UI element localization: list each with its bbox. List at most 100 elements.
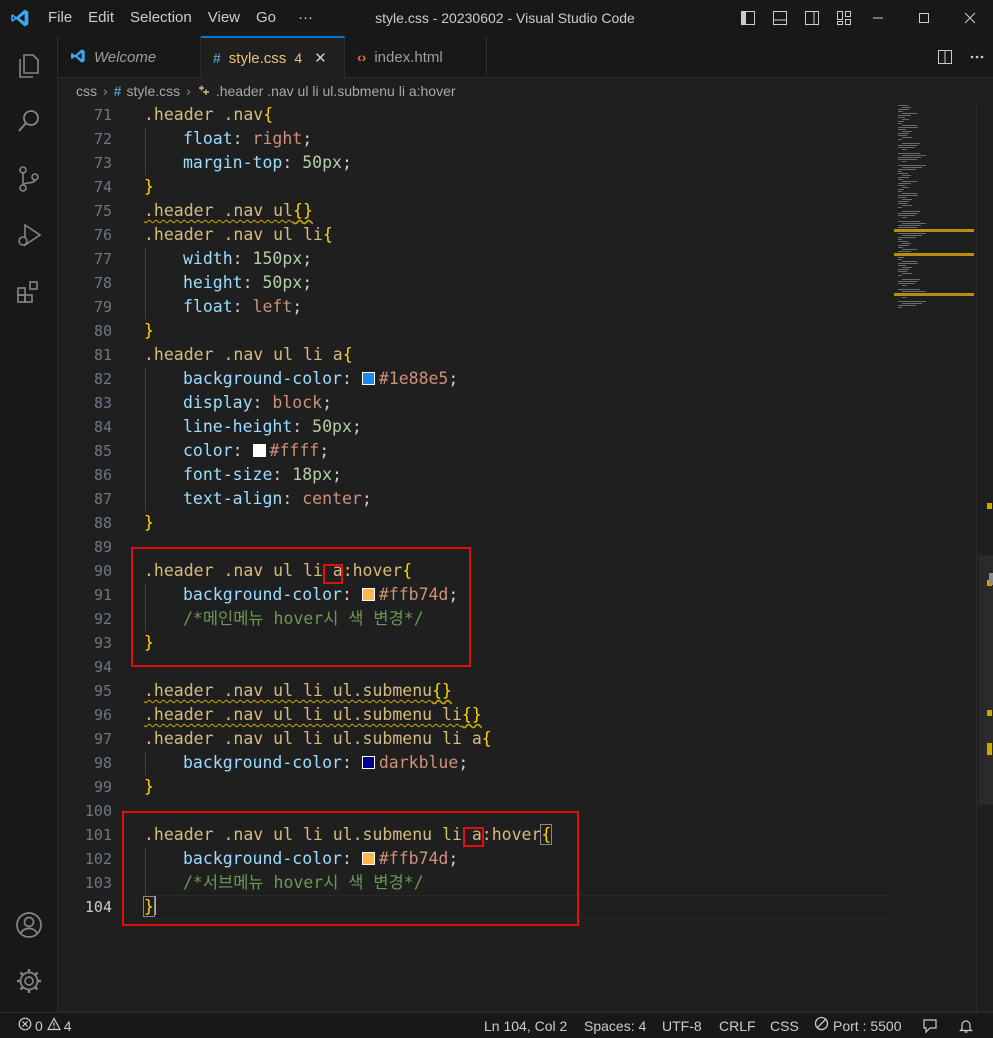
color-swatch[interactable] bbox=[252, 444, 266, 457]
notifications-bell-icon[interactable] bbox=[958, 1013, 974, 1038]
minimap-line bbox=[898, 173, 908, 174]
explorer-icon[interactable] bbox=[0, 40, 58, 90]
menu-view[interactable]: View bbox=[200, 0, 248, 36]
menu-file[interactable]: File bbox=[40, 0, 80, 36]
minimap-line bbox=[898, 195, 918, 196]
line-number: 81 bbox=[93, 346, 112, 364]
breadcrumb-folder[interactable]: css bbox=[76, 83, 97, 99]
scrollbar-thumb[interactable] bbox=[979, 555, 993, 805]
close-icon[interactable] bbox=[947, 0, 993, 36]
css-value: right bbox=[252, 129, 303, 148]
encoding[interactable]: UTF-8 bbox=[662, 1013, 702, 1038]
minimap-line bbox=[898, 245, 909, 246]
accounts-icon[interactable] bbox=[0, 900, 58, 950]
minimap-line bbox=[898, 165, 926, 166]
minimap-line bbox=[898, 239, 902, 240]
css-hash-icon: # bbox=[113, 83, 122, 99]
minimap-line bbox=[898, 185, 905, 186]
minimap-line bbox=[902, 303, 922, 304]
code-line: text-align: center; bbox=[183, 489, 372, 508]
code-line: .header .nav ul li ul.submenu{} bbox=[144, 681, 452, 700]
tab-index-html[interactable]: ‹› index.html bbox=[345, 36, 487, 78]
warning-icon bbox=[46, 1013, 61, 1038]
end-of-line[interactable]: CRLF bbox=[719, 1013, 756, 1038]
minimap-line bbox=[902, 155, 926, 156]
toggle-primary-sidebar-icon[interactable] bbox=[732, 0, 764, 36]
minimap-line bbox=[902, 297, 906, 298]
warning-marker bbox=[987, 710, 992, 716]
line-number: 78 bbox=[93, 274, 112, 292]
line-number: 76 bbox=[93, 226, 112, 244]
minimap-line bbox=[898, 233, 926, 234]
feedback-icon[interactable] bbox=[922, 1013, 938, 1038]
minimap-line bbox=[898, 109, 909, 110]
menu-selection[interactable]: Selection bbox=[122, 0, 200, 36]
search-icon[interactable] bbox=[0, 96, 58, 146]
cursor-position[interactable]: Ln 104, Col 2 bbox=[484, 1013, 567, 1038]
indentation[interactable]: Spaces: 4 bbox=[584, 1013, 646, 1038]
tab-style-css[interactable]: # style.css 4 ✕ bbox=[201, 36, 345, 79]
breadcrumb-file[interactable]: style.css bbox=[126, 83, 180, 99]
problem-count-badge: 4 bbox=[294, 50, 303, 66]
more-actions-icon[interactable] bbox=[961, 36, 993, 78]
minimize-icon[interactable] bbox=[855, 0, 901, 36]
css-property: margin-top bbox=[183, 153, 283, 172]
minimap-line bbox=[902, 285, 907, 286]
live-server-port[interactable]: Port : 5500 bbox=[814, 1013, 902, 1038]
minimap-line bbox=[898, 301, 926, 302]
code-line: } bbox=[144, 777, 154, 796]
color-swatch[interactable] bbox=[361, 756, 375, 769]
line-number: 83 bbox=[93, 394, 112, 412]
menu-go[interactable]: Go bbox=[248, 0, 284, 36]
css-property: color bbox=[183, 441, 233, 460]
split-editor-icon[interactable] bbox=[929, 36, 961, 78]
css-value: #ffff bbox=[269, 441, 320, 460]
line-number: 85 bbox=[93, 442, 112, 460]
minimap-highlight bbox=[894, 293, 974, 296]
css-value: 150px bbox=[252, 249, 303, 268]
maximize-icon[interactable] bbox=[901, 0, 947, 36]
gear-icon[interactable] bbox=[0, 956, 58, 1006]
vertical-scrollbar[interactable] bbox=[976, 103, 993, 1012]
breadcrumb-symbol[interactable]: .header .nav ul li ul.submenu li a:hover bbox=[216, 83, 456, 99]
css-selector: .header .nav ul li ul.submenu li bbox=[144, 705, 462, 724]
minimap-line bbox=[898, 115, 911, 116]
tab-welcome[interactable]: Welcome bbox=[58, 36, 201, 78]
line-number: 103 bbox=[84, 874, 112, 892]
color-swatch[interactable] bbox=[361, 372, 375, 385]
vscode-logo-icon bbox=[70, 48, 86, 67]
minimap-line bbox=[902, 273, 912, 274]
line-number: 93 bbox=[93, 634, 112, 652]
minimap-line bbox=[898, 111, 903, 112]
run-debug-icon[interactable] bbox=[0, 210, 58, 260]
css-value: darkblue bbox=[378, 753, 459, 772]
toggle-panel-icon[interactable] bbox=[764, 0, 796, 36]
minimap-line bbox=[898, 117, 905, 118]
css-property: height bbox=[183, 273, 243, 292]
menu-edit[interactable]: Edit bbox=[80, 0, 122, 36]
menu-more[interactable]: ··· bbox=[290, 0, 321, 36]
toggle-secondary-sidebar-icon[interactable] bbox=[796, 0, 828, 36]
chevron-right-icon: › bbox=[103, 83, 108, 99]
line-number: 96 bbox=[93, 706, 112, 724]
status-bar: 0 4 Ln 104, Col 2 Spaces: 4 UTF-8 CRLF C… bbox=[0, 1012, 993, 1038]
minimap-line bbox=[898, 215, 915, 216]
css-property: background-color bbox=[183, 753, 342, 772]
source-control-icon[interactable] bbox=[0, 154, 58, 204]
warning-marker bbox=[987, 743, 992, 755]
code-editor[interactable]: 71 72 73 74 75 76 77 78 79 80 81 82 83 84 85 86 87 88 89 90… bbox=[58, 103, 993, 1012]
line-number: 100 bbox=[84, 802, 112, 820]
close-icon[interactable]: ✕ bbox=[314, 49, 327, 67]
minimap-line bbox=[898, 247, 903, 248]
minimap-line bbox=[898, 237, 916, 238]
minimap-line bbox=[898, 153, 920, 154]
minimap-line bbox=[898, 207, 902, 208]
error-count: 0 bbox=[35, 1018, 43, 1034]
minimap-line bbox=[902, 187, 909, 188]
minimap[interactable] bbox=[894, 103, 976, 1012]
language-mode[interactable]: CSS bbox=[770, 1013, 799, 1038]
minimap-line bbox=[902, 119, 909, 120]
extensions-icon[interactable] bbox=[0, 268, 58, 318]
problems-indicator[interactable]: 0 4 bbox=[18, 1013, 72, 1038]
warning-count: 4 bbox=[63, 1018, 72, 1034]
